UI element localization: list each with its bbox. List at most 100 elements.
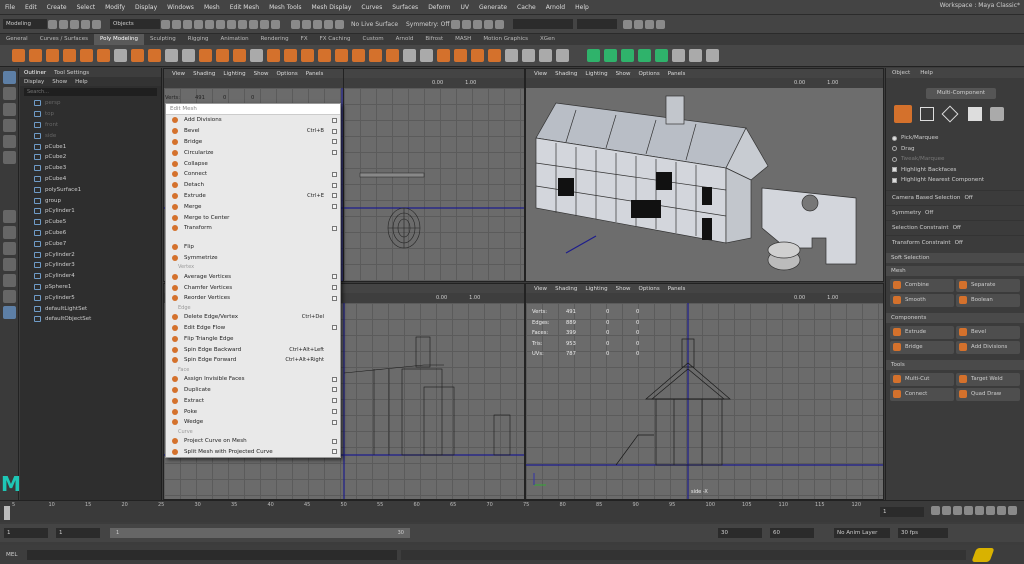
menu-item-delete-edge-vertex[interactable]: Delete Edge/Vertex Ctrl+Del: [166, 312, 340, 323]
snap-plane-icon[interactable]: [324, 19, 333, 29]
shelf-tool-icon[interactable]: [131, 49, 144, 62]
viewport-menu-options[interactable]: Options: [276, 71, 297, 77]
shelf-tab[interactable]: Motion Graphics: [477, 34, 534, 45]
viewport-menu-panels[interactable]: Panels: [668, 71, 686, 77]
menu-windows[interactable]: Windows: [167, 4, 194, 11]
live-surface-label[interactable]: No Live Surface: [351, 21, 406, 28]
menu-mesh-tools[interactable]: Mesh Tools: [269, 4, 301, 11]
menu-item-bridge[interactable]: Bridge: [166, 137, 340, 148]
shelf-tool-icon[interactable]: [284, 49, 297, 62]
shelf-tool-icon[interactable]: [437, 49, 450, 62]
vp-value-a[interactable]: 0.00: [432, 80, 443, 86]
toolkit-section-header[interactable]: Mesh: [886, 265, 1024, 276]
outliner-item[interactable]: pCylinder5: [20, 292, 161, 303]
menu-item-reorder-vertices[interactable]: Reorder Vertices: [166, 293, 340, 304]
option-box-icon[interactable]: [332, 150, 337, 156]
option-box-icon[interactable]: [332, 182, 337, 188]
shelf-tool-icon[interactable]: [471, 49, 484, 62]
menu-generate[interactable]: Generate: [479, 4, 507, 11]
toolkit-section-header[interactable]: Components: [886, 312, 1024, 323]
outliner-item[interactable]: pCube5: [20, 217, 161, 228]
option-box-icon[interactable]: [332, 117, 337, 123]
viewport-menu-view[interactable]: View: [534, 71, 547, 77]
menu-item-poke[interactable]: Poke: [166, 406, 340, 417]
shelf-tab[interactable]: Sculpting: [144, 34, 182, 45]
vp-value-b[interactable]: 1.00: [465, 80, 476, 86]
playback-end-field[interactable]: 30: [718, 528, 762, 538]
shelf-tool-icon[interactable]: [638, 49, 651, 62]
outliner-item[interactable]: pCube4: [20, 174, 161, 185]
shelf-tab[interactable]: FX Caching: [314, 34, 357, 45]
render-icon[interactable]: [451, 19, 460, 29]
viewport-menu-shading[interactable]: Shading: [555, 286, 577, 292]
scale-tool-icon[interactable]: [3, 151, 16, 164]
mask-icon[interactable]: [216, 19, 225, 29]
viewport-side[interactable]: View Shading Lighting Show Options Panels 0.0…: [525, 283, 884, 500]
viewport-menu-shading[interactable]: Shading: [193, 71, 215, 77]
outliner-item[interactable]: group: [20, 195, 161, 206]
option-box-icon[interactable]: [332, 438, 337, 444]
menu-item-flip-triangle-edge[interactable]: Flip Triangle Edge: [166, 333, 340, 344]
layout-icon[interactable]: [634, 19, 643, 29]
shelf-tool-icon[interactable]: [386, 49, 399, 62]
step-back-icon[interactable]: [953, 506, 962, 515]
shelf-tab[interactable]: XGen: [534, 34, 561, 45]
viewport-menu-show[interactable]: Show: [616, 286, 631, 292]
menu-item-circularize[interactable]: Circularize: [166, 147, 340, 158]
option-box-icon[interactable]: [332, 419, 337, 425]
outliner-item[interactable]: pCylinder3: [20, 260, 161, 271]
option-box-icon[interactable]: [332, 387, 337, 393]
play-back-icon[interactable]: [964, 506, 973, 515]
toolkit-button-combine[interactable]: Combine: [890, 278, 954, 292]
option-box-icon[interactable]: [332, 398, 337, 404]
select-component-icon[interactable]: [183, 19, 192, 29]
vp-value-a[interactable]: 0.00: [794, 295, 805, 301]
outliner-item[interactable]: defaultLightSet: [20, 303, 161, 314]
toolkit-button-separate[interactable]: Separate: [956, 278, 1020, 292]
toolkit-button-connect[interactable]: Connect: [890, 387, 954, 401]
shelf-tab[interactable]: General: [0, 34, 34, 45]
redo-icon[interactable]: [92, 19, 101, 29]
outliner-item[interactable]: polySurface1: [20, 184, 161, 195]
shelf-tool-icon[interactable]: [165, 49, 178, 62]
option-box-icon[interactable]: [332, 376, 337, 382]
render-settings-icon[interactable]: [473, 19, 482, 29]
snap-live-icon[interactable]: [335, 19, 344, 29]
toolkit-section-header[interactable]: Tools: [886, 359, 1024, 370]
shelf-tab[interactable]: Poly Modeling: [93, 34, 144, 45]
lasso-tool-icon[interactable]: [3, 87, 16, 100]
new-scene-icon[interactable]: [48, 19, 57, 29]
outliner-item[interactable]: side: [20, 130, 161, 141]
outliner-item[interactable]: pCylinder2: [20, 249, 161, 260]
outliner-item[interactable]: top: [20, 109, 161, 120]
ipr-icon[interactable]: [462, 19, 471, 29]
mode-dropdown[interactable]: Modeling: [3, 19, 47, 29]
menu-item-symmetrize[interactable]: Symmetrize: [166, 253, 340, 264]
toolkit-button-extrude[interactable]: Extrude: [890, 325, 954, 339]
menu-item-edit-edge-flow[interactable]: Edit Edge Flow: [166, 323, 340, 334]
shelf-tool-icon[interactable]: [12, 49, 25, 62]
shelf-tool-icon[interactable]: [454, 49, 467, 62]
viewport-menu-lighting[interactable]: Lighting: [585, 71, 607, 77]
menu-item-collapse[interactable]: Collapse: [166, 158, 340, 169]
layout-single-icon[interactable]: [3, 210, 16, 223]
rotate-tool-icon[interactable]: [3, 135, 16, 148]
start-time-field[interactable]: 1: [4, 528, 48, 538]
outliner-item[interactable]: pCylinder1: [20, 206, 161, 217]
option-box-icon[interactable]: [332, 295, 337, 301]
workspace-selector[interactable]: Workspace : Maya Classic*: [940, 2, 1020, 9]
shelf-tab[interactable]: Bifrost: [419, 34, 449, 45]
menu-file[interactable]: File: [5, 4, 15, 11]
menu-item-extrude[interactable]: Extrude Ctrl+E: [166, 191, 340, 202]
mask-icon[interactable]: [249, 19, 258, 29]
layout-icon[interactable]: [645, 19, 654, 29]
shelf-tab[interactable]: Animation: [215, 34, 255, 45]
selection-option[interactable]: Highlight Backfaces: [886, 165, 1024, 176]
shelf-tool-icon[interactable]: [621, 49, 634, 62]
fps-dropdown[interactable]: 30 fps: [898, 528, 948, 538]
tab-outliner[interactable]: Outliner: [24, 70, 46, 76]
layout-icon[interactable]: [623, 19, 632, 29]
shelf-tool-icon[interactable]: [80, 49, 93, 62]
range-bar[interactable]: 1 30: [110, 528, 410, 538]
menu-deform[interactable]: Deform: [428, 4, 450, 11]
